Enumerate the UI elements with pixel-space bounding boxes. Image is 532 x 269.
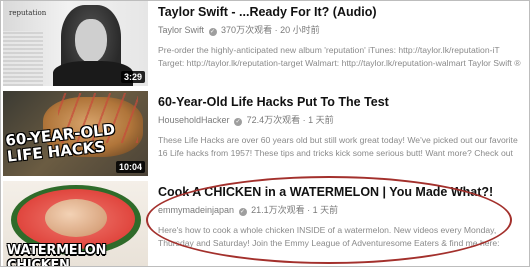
video-result-1[interactable]: reputation 3:29 Taylor Swift - ...Ready … — [0, 1, 532, 87]
video-title[interactable]: Cook A CHICKEN in a WATERMELON | You Mad… — [158, 184, 528, 200]
thumbnail-text: reputation — [9, 9, 47, 17]
video-duration: 10:04 — [115, 161, 145, 173]
video-info: Cook A CHICKEN in a WATERMELON | You Mad… — [158, 181, 528, 250]
video-meta: Taylor Swift ✓ 370万次观看 · 20 小时前 — [158, 24, 528, 36]
video-result-3[interactable]: WATERMELON CHICKEN Cook A CHICKEN in a W… — [0, 181, 532, 267]
video-description: Pre-order the highly-anticipated new alb… — [158, 45, 521, 68]
video-title[interactable]: Taylor Swift - ...Ready For It? (Audio) — [158, 4, 528, 20]
thumbnail-figure-face — [75, 19, 107, 63]
video-thumbnail[interactable]: 60-YEAR-OLD LIFE HACKS 10:04 — [3, 91, 148, 176]
verified-check-icon: ✓ — [234, 118, 243, 126]
meta-separator: · — [307, 205, 311, 215]
video-meta: emmymadeinjapan ✓ 21.1万次观看 · 1 天前 — [158, 204, 528, 216]
view-count: 370万次观看 — [221, 25, 273, 35]
view-count: 72.4万次观看 — [246, 115, 301, 125]
meta-separator: · — [302, 115, 306, 125]
thumbnail-newsprint — [3, 31, 43, 86]
upload-age: 1 天前 — [312, 205, 339, 215]
upload-age: 1 天前 — [308, 115, 334, 125]
video-thumbnail[interactable]: WATERMELON CHICKEN — [3, 181, 148, 266]
thumbnail-chicken — [45, 199, 107, 237]
view-count: 21.1万次观看 — [251, 205, 305, 215]
video-info: Taylor Swift - ...Ready For It? (Audio) … — [158, 1, 528, 70]
channel-name[interactable]: HouseholdHacker — [158, 115, 230, 125]
video-title[interactable]: 60-Year-Old Life Hacks Put To The Test — [158, 94, 528, 110]
verified-check-icon: ✓ — [208, 28, 217, 36]
upload-age: 20 小时前 — [280, 25, 320, 35]
thumbnail-text: WATERMELON CHICKEN — [7, 243, 107, 266]
meta-separator: · — [274, 25, 278, 35]
video-meta: HouseholdHacker ✓ 72.4万次观看 · 1 天前 — [158, 114, 528, 126]
video-description: Here's how to cook a whole chicken INSID… — [158, 225, 500, 248]
verified-check-icon: ✓ — [238, 208, 247, 216]
video-thumbnail[interactable]: reputation 3:29 — [3, 1, 148, 86]
channel-name[interactable]: Taylor Swift — [158, 25, 204, 35]
video-duration: 3:29 — [120, 71, 145, 83]
video-info: 60-Year-Old Life Hacks Put To The Test H… — [158, 91, 528, 160]
channel-name[interactable]: emmymadeinjapan — [158, 205, 234, 215]
video-result-2[interactable]: 60-YEAR-OLD LIFE HACKS 10:04 60-Year-Old … — [0, 91, 532, 177]
video-description: These Life Hacks are over 60 years old b… — [158, 135, 518, 158]
